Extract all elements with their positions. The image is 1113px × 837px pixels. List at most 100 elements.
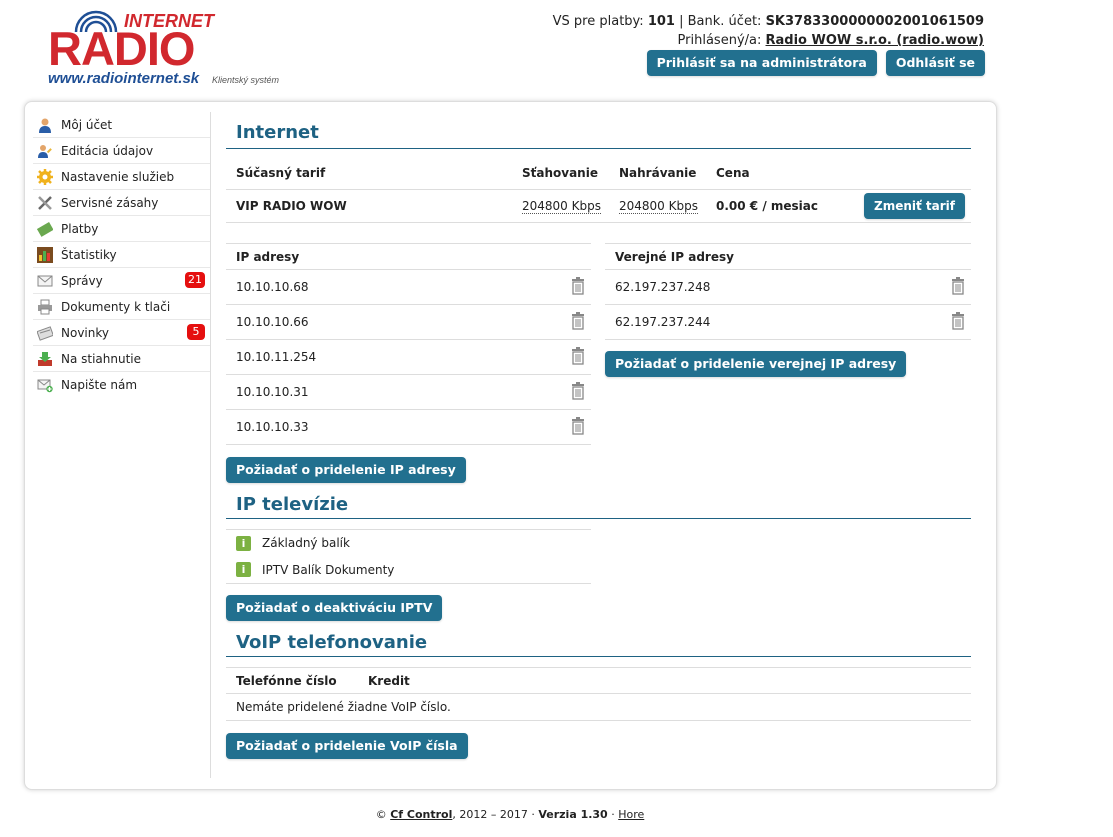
sidebar-item-label: Správy <box>61 273 103 288</box>
download-icon <box>37 351 53 367</box>
footer-separator: · <box>611 808 615 821</box>
sidebar: Môj účet Editácia údajov Nastavenie služ… <box>33 112 211 397</box>
logged-user-link[interactable]: Radio WOW s.r.o. (radio.wow) <box>766 33 984 48</box>
voip-empty-message: Nemáte pridelené žiadne VoIP číslo. <box>236 700 451 714</box>
ip-row: 10.10.11.254 <box>226 340 591 375</box>
ip-row: 10.10.10.66 <box>226 305 591 340</box>
sidebar-item-moj-ucet[interactable]: Môj účet <box>33 112 211 138</box>
sidebar-item-statistiky[interactable]: Štatistiky <box>33 242 211 268</box>
iptv-package-name: Základný balík <box>262 536 350 551</box>
sidebar-item-na-stiahnutie[interactable]: Na stiahnutie <box>33 346 211 372</box>
deactivate-iptv-button[interactable]: Požiadať o deaktiváciu IPTV <box>226 595 443 621</box>
iptv-package-row: i IPTV Balík Dokumenty <box>226 557 591 584</box>
sidebar-item-napiste-nam[interactable]: Napište nám <box>33 372 211 397</box>
tariff-table: Súčasný tarif Sťahovanie Nahrávanie Cena… <box>226 158 971 223</box>
footer-years: , 2012 – 2017 · <box>452 808 535 821</box>
public-ip-row: 62.197.237.244 <box>605 305 971 340</box>
bank-value: SK3783300000002001061509 <box>765 14 984 29</box>
bank-label: Bank. účet: <box>687 14 762 29</box>
logo-url: www.radiointernet.sk <box>48 70 200 87</box>
envelope-icon <box>37 273 53 289</box>
gear-icon <box>37 168 53 185</box>
iptv-package-name: IPTV Balík Dokumenty <box>262 562 395 577</box>
footer-version: Verzia 1.30 <box>538 808 608 821</box>
sidebar-divider <box>210 112 211 778</box>
info-icon: i <box>236 562 251 578</box>
credit-header: Kredit <box>368 673 410 688</box>
copyright-symbol: © <box>375 808 387 821</box>
change-tariff-button[interactable]: Zmeniť tarif <box>864 192 965 219</box>
ip-address: 10.10.11.254 <box>236 350 317 364</box>
logo-brand-text: RADIO <box>48 22 195 75</box>
ip-address: 10.10.10.66 <box>236 315 309 329</box>
iptv-package-row: i Základný balík <box>226 530 591 557</box>
logged-label: Prihlásený/a: <box>677 33 762 48</box>
logo[interactable]: INTERNET RADIO www.radiointernet.sk Klie… <box>44 6 284 92</box>
envelope-add-icon <box>37 377 53 393</box>
tariff-row: VIP RADIO WOW 204800 Kbps 204800 Kbps 0.… <box>226 189 971 222</box>
chart-icon <box>37 246 53 263</box>
users-edit-icon <box>37 143 53 159</box>
vs-value: 101 <box>647 14 675 29</box>
ip-row: 10.10.10.31 <box>226 375 591 410</box>
request-ip-button[interactable]: Požiadať o pridelenie IP adresy <box>226 457 466 483</box>
sidebar-item-nastavenie[interactable]: Nastavenie služieb <box>33 164 211 190</box>
top-link[interactable]: Hore <box>618 808 644 821</box>
request-public-ip-button[interactable]: Požiadať o pridelenie verejnej IP adresy <box>605 351 907 377</box>
sidebar-item-dokumenty[interactable]: Dokumenty k tlači <box>33 294 211 320</box>
download-header: Sťahovanie <box>522 166 598 181</box>
sidebar-item-label: Štatistiky <box>61 247 117 262</box>
money-icon <box>37 221 53 237</box>
ip-address: 10.10.10.31 <box>236 385 309 399</box>
public-ip-address: 62.197.237.244 <box>615 315 711 329</box>
trash-icon[interactable] <box>570 311 586 330</box>
download-speed: 204800 Kbps <box>522 198 601 214</box>
sidebar-item-label: Napište nám <box>61 377 138 392</box>
main-panel: Môj účet Editácia údajov Nastavenie služ… <box>24 101 997 790</box>
sidebar-item-spravy[interactable]: Správy 21 <box>33 268 211 294</box>
trash-icon[interactable] <box>570 381 586 400</box>
sidebar-item-label: Na stiahnutie <box>61 351 142 366</box>
sidebar-item-label: Môj účet <box>61 117 113 132</box>
voip-table: Telefónne číslo Kredit Nemáte pridelené … <box>226 667 971 721</box>
ip-row: 10.10.10.68 <box>226 270 591 305</box>
iptv-section-title: IP televízie <box>226 494 971 519</box>
upload-header: Nahrávanie <box>619 166 697 181</box>
trash-icon[interactable] <box>570 276 586 295</box>
ip-row: 10.10.10.33 <box>226 410 591 445</box>
printer-icon <box>37 299 53 315</box>
admin-login-button[interactable]: Prihlásiť sa na administrátora <box>646 50 877 76</box>
voip-heading: VoIP telefonovanie <box>236 632 428 653</box>
sidebar-item-platby[interactable]: Platby <box>33 216 211 242</box>
sidebar-item-label: Nastavenie služieb <box>61 169 175 184</box>
public-ip-header: Verejné IP adresy <box>615 249 734 264</box>
tariff-price: 0.00 € / mesiac <box>716 198 818 213</box>
price-header: Cena <box>716 166 750 181</box>
voip-section-title: VoIP telefonovanie <box>226 632 971 657</box>
logo-subtitle: Klientský systém <box>212 75 280 85</box>
info-icon: i <box>236 535 251 551</box>
public-ip-table: Verejné IP adresy 62.197.237.248 62.197.… <box>605 243 971 340</box>
company-link[interactable]: Cf Control <box>390 808 452 821</box>
ip-table: IP adresy 10.10.10.68 10.10.10.66 10.10.… <box>226 243 591 445</box>
trash-icon[interactable] <box>570 416 586 435</box>
logout-button[interactable]: Odhlásiť se <box>885 50 985 76</box>
sidebar-item-label: Novinky <box>61 325 109 340</box>
trash-icon[interactable] <box>570 346 586 365</box>
phone-number-header: Telefónne číslo <box>236 673 337 688</box>
trash-icon[interactable] <box>950 311 966 330</box>
sidebar-item-label: Servisné zásahy <box>61 195 159 210</box>
sidebar-item-editacia[interactable]: Editácia údajov <box>33 138 211 164</box>
upload-speed: 204800 Kbps <box>619 198 698 214</box>
request-voip-button[interactable]: Požiadať o pridelenie VoIP čísla <box>226 733 468 759</box>
trash-icon[interactable] <box>950 276 966 295</box>
news-count-badge: 5 <box>187 324 205 340</box>
ip-address: 10.10.10.33 <box>236 420 309 434</box>
internet-section-title: Internet <box>226 122 971 149</box>
info-separator: | <box>679 14 684 29</box>
tariff-name: VIP RADIO WOW <box>236 198 347 213</box>
user-icon <box>37 117 53 133</box>
sidebar-item-novinky[interactable]: Novinky 5 <box>33 320 211 346</box>
sidebar-item-servisne[interactable]: Servisné zásahy <box>33 190 211 216</box>
sidebar-item-label: Platby <box>61 221 99 236</box>
